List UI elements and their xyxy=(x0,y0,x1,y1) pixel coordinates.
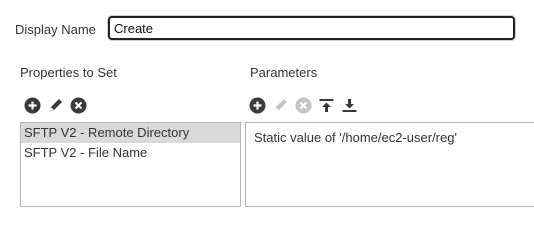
add-icon[interactable] xyxy=(24,97,41,114)
remove-icon[interactable] xyxy=(70,97,87,114)
remove-icon-disabled xyxy=(295,97,312,114)
list-item-remote-directory[interactable]: SFTP V2 - Remote Directory xyxy=(21,123,240,143)
parameters-label: Parameters xyxy=(250,65,318,80)
display-name-input[interactable] xyxy=(108,16,515,40)
parameters-toolbar xyxy=(249,97,358,114)
list-item-file-name[interactable]: SFTP V2 - File Name xyxy=(21,143,240,163)
parameter-value-text: Static value of '/home/ec2-user/reg' xyxy=(254,130,457,145)
edit-icon[interactable] xyxy=(47,97,64,114)
parameters-panel[interactable]: Static value of '/home/ec2-user/reg' xyxy=(245,122,534,207)
edit-icon-disabled xyxy=(272,97,289,114)
add-icon[interactable] xyxy=(249,97,266,114)
display-name-label: Display Name xyxy=(15,22,96,37)
properties-toolbar xyxy=(24,97,87,114)
properties-to-set-label: Properties to Set xyxy=(20,65,117,80)
move-to-top-icon[interactable] xyxy=(318,97,335,114)
move-to-bottom-icon[interactable] xyxy=(341,97,358,114)
properties-list[interactable]: SFTP V2 - Remote Directory SFTP V2 - Fil… xyxy=(20,122,241,207)
